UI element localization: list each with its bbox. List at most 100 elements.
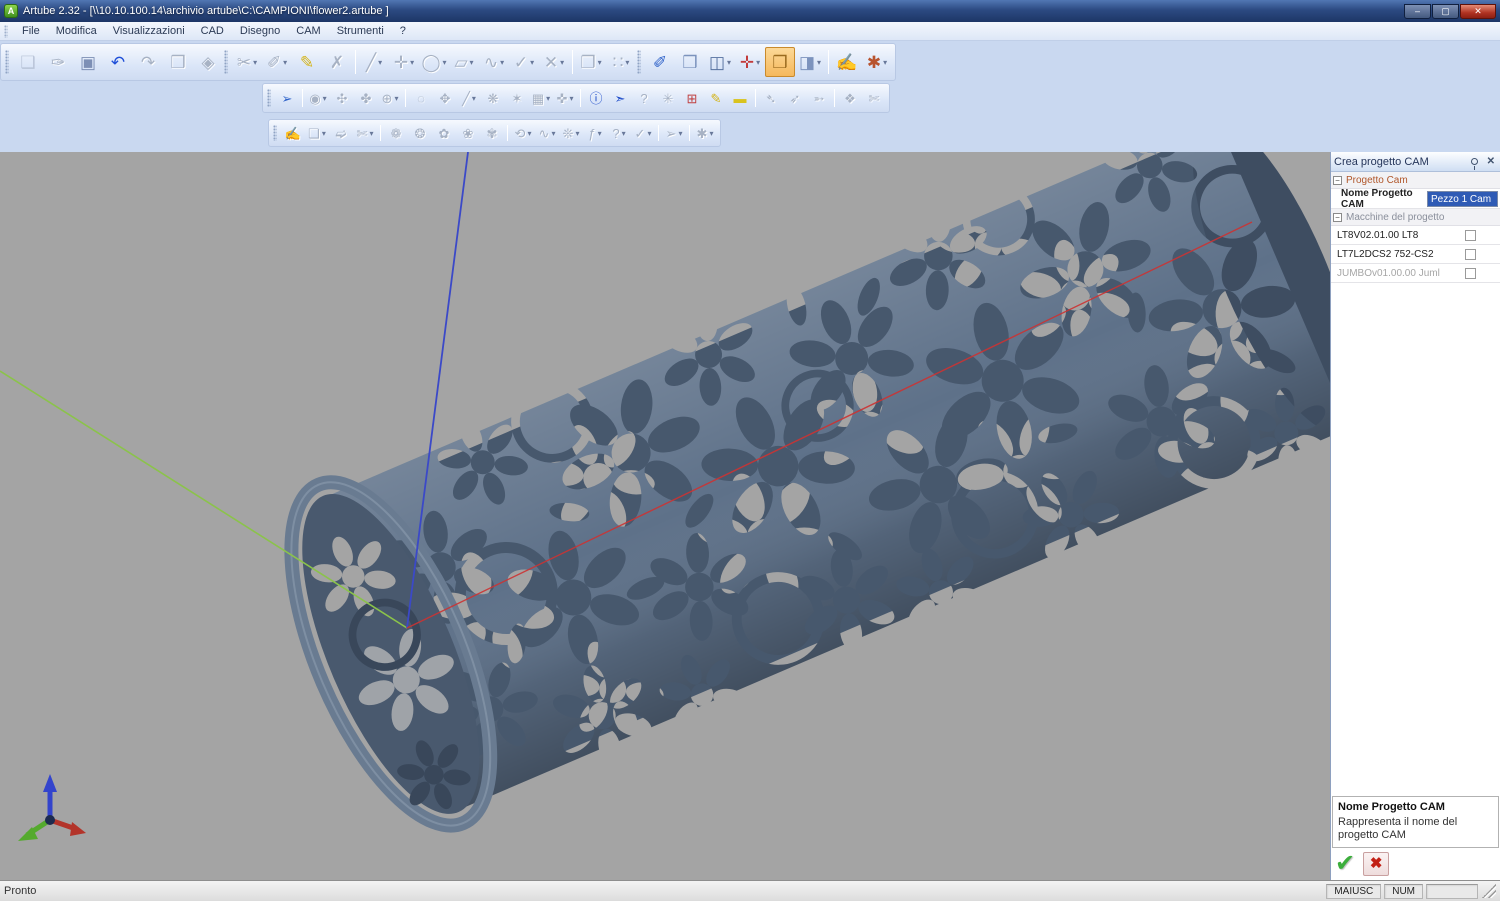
cam-query-button[interactable]: ?▾ [607, 121, 631, 145]
dropdown-arrow-icon[interactable]: ▾ [500, 58, 504, 67]
group-macchine[interactable]: − Macchine del progetto [1331, 209, 1500, 226]
menu-strumenti[interactable]: Strumenti [329, 23, 392, 39]
view-axes-button[interactable]: ✛▾ [735, 47, 765, 77]
polygon-tool-button[interactable]: ▱▾ [449, 47, 479, 77]
undo-button[interactable]: ↶ [103, 47, 133, 77]
panel-close-icon[interactable]: ✕ [1485, 156, 1497, 167]
measure-table-button[interactable]: ✎ [292, 47, 322, 77]
dropdown-arrow-icon[interactable]: ▾ [575, 129, 579, 138]
cam-tool-3-button[interactable]: ➫ [329, 121, 353, 145]
dropdown-arrow-icon[interactable]: ▾ [378, 58, 382, 67]
dropdown-arrow-icon[interactable]: ▾ [625, 58, 629, 67]
bend-tool-1-button[interactable]: ➴ [759, 86, 783, 110]
snap-node-button[interactable]: ✣ [330, 86, 354, 110]
zoom-window-button[interactable]: ❒ [675, 47, 705, 77]
modify-tool-button[interactable]: ✐▾ [262, 47, 292, 77]
line-tool-button[interactable]: ╱▾ [359, 47, 389, 77]
view-section-button[interactable]: ◨▾ [795, 47, 825, 77]
dropdown-arrow-icon[interactable]: ▾ [527, 129, 531, 138]
toolbar-drag-handle[interactable] [5, 50, 9, 74]
export-button[interactable]: ◈ [193, 47, 223, 77]
cam-pair-1-button[interactable]: ❁ [384, 121, 408, 145]
view-3d-button[interactable]: ◫▾ [705, 47, 735, 77]
project-name-input[interactable]: Pezzo 1 Cam [1427, 191, 1498, 207]
machine-checkbox[interactable] [1465, 249, 1476, 260]
snap-center-button[interactable]: ◉▾ [306, 86, 330, 110]
menu-disegno[interactable]: Disegno [232, 23, 288, 39]
dropdown-arrow-icon[interactable]: ▾ [253, 58, 257, 67]
bend-tool-3-button[interactable]: ➵ [807, 86, 831, 110]
redo-button[interactable]: ↷ [133, 47, 163, 77]
cam-function-button[interactable]: ƒ▾ [583, 121, 607, 145]
cam-pair-5-button[interactable]: ✾ [480, 121, 504, 145]
menu-drag-handle[interactable] [4, 25, 8, 38]
cam-path-button[interactable]: ∿▾ [535, 121, 559, 145]
view-inside-button[interactable]: ❒ [765, 47, 795, 77]
grid-display-button[interactable]: ▦▾ [529, 86, 553, 110]
save-button[interactable]: ▣ [73, 47, 103, 77]
cancel-button[interactable]: ✖ [1363, 852, 1389, 876]
dropdown-arrow-icon[interactable]: ▾ [727, 58, 731, 67]
dropdown-arrow-icon[interactable]: ▾ [551, 129, 555, 138]
toolbar-drag-handle[interactable] [224, 50, 228, 74]
dropdown-arrow-icon[interactable]: ▾ [472, 94, 476, 103]
dropdown-arrow-icon[interactable]: ▾ [530, 58, 534, 67]
pin-icon[interactable] [1471, 158, 1478, 165]
dropdown-arrow-icon[interactable]: ▾ [817, 58, 821, 67]
dropdown-arrow-icon[interactable]: ▾ [546, 94, 550, 103]
machine-checkbox[interactable] [1465, 230, 1476, 241]
notch-tool-button[interactable]: ✄ [862, 86, 886, 110]
orbit-view-button[interactable]: ◌ [409, 86, 433, 110]
close-button[interactable]: ✕ [1460, 4, 1496, 19]
array-tool-button[interactable]: ∷▾ [606, 47, 636, 77]
menu-file[interactable]: File [14, 23, 48, 39]
snap-grid-button[interactable]: ⊕▾ [378, 86, 402, 110]
dropdown-arrow-icon[interactable]: ▾ [394, 94, 398, 103]
collapse-icon[interactable]: − [1333, 176, 1342, 185]
menu-cam[interactable]: CAM [288, 23, 328, 39]
collapse-icon[interactable]: − [1333, 213, 1342, 222]
cam-tool-4-button[interactable]: ✄▾ [353, 121, 377, 145]
select-entities-button[interactable]: ➢ [275, 86, 299, 110]
menu-visualizzazioni[interactable]: Visualizzazioni [105, 23, 193, 39]
cam-select-button[interactable]: ➢▾ [662, 121, 686, 145]
print-button[interactable]: ❒ [163, 47, 193, 77]
dropdown-arrow-icon[interactable]: ▾ [756, 58, 760, 67]
dropdown-arrow-icon[interactable]: ▾ [883, 58, 887, 67]
cam-tool-2-button[interactable]: ❏▾ [305, 121, 329, 145]
snap-mid-button[interactable]: ✤ [354, 86, 378, 110]
dropdown-arrow-icon[interactable]: ▾ [622, 129, 626, 138]
dropdown-arrow-icon[interactable]: ▾ [323, 94, 327, 103]
snap-quadrant-button[interactable]: ✶ [505, 86, 529, 110]
menu-modifica[interactable]: Modifica [48, 23, 105, 39]
trim-tool-button[interactable]: ✓▾ [509, 47, 539, 77]
weld-tool-button[interactable]: ▬ [728, 86, 752, 110]
bend-tool-2-button[interactable]: ➶ [783, 86, 807, 110]
toolbar-drag-handle[interactable] [273, 125, 277, 142]
machine-checkbox[interactable] [1465, 268, 1476, 279]
render-paint-button[interactable]: ✐ [645, 47, 675, 77]
resize-grip-icon[interactable] [1482, 884, 1496, 898]
dropdown-arrow-icon[interactable]: ▾ [709, 129, 713, 138]
circle-tool-button[interactable]: ◯▾ [419, 47, 449, 77]
measure-line-button[interactable]: ╱▾ [457, 86, 481, 110]
confirm-button[interactable]: ✔ [1335, 853, 1355, 875]
pan-view-button[interactable]: ✥ [433, 86, 457, 110]
machine-row[interactable]: LT7L2DCS2 752-CS2 [1331, 245, 1500, 264]
cam-rotate-button[interactable]: ⟲▾ [511, 121, 535, 145]
dropdown-arrow-icon[interactable]: ▾ [443, 58, 447, 67]
viewport-3d[interactable] [0, 152, 1330, 880]
cam-check-button[interactable]: ✓▾ [631, 121, 655, 145]
minimize-button[interactable]: – [1404, 4, 1431, 19]
dropdown-arrow-icon[interactable]: ▾ [470, 58, 474, 67]
new-document-button[interactable]: ❑ [13, 47, 43, 77]
dropdown-arrow-icon[interactable]: ▾ [569, 94, 573, 103]
cam-pair-2-button[interactable]: ❂ [408, 121, 432, 145]
open-file-button[interactable]: ✑ [43, 47, 73, 77]
snap-intersect-button[interactable]: ❋ [481, 86, 505, 110]
cam-tool-1-button[interactable]: ✍ [281, 121, 305, 145]
add-table-button[interactable]: ⊞ [680, 86, 704, 110]
delete-entity-button[interactable]: ✗ [322, 47, 352, 77]
break-tool-button[interactable]: ✕▾ [539, 47, 569, 77]
point-tool-button[interactable]: ✛▾ [389, 47, 419, 77]
